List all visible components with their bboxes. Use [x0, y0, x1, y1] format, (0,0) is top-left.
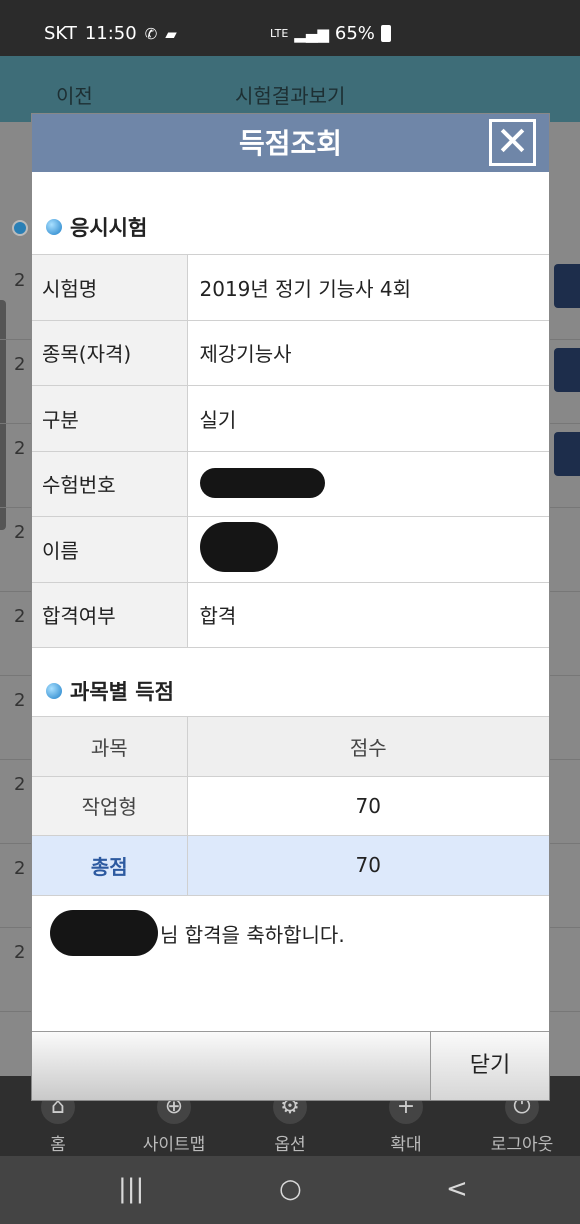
- info-row-category: 구분 실기: [32, 385, 549, 451]
- info-value: 2019년 정기 기능사 4회: [187, 254, 549, 320]
- info-row-exam-number: 수험번호: [32, 450, 549, 517]
- info-value: 실기: [187, 385, 549, 451]
- score-table-header: 과목 점수: [32, 716, 549, 776]
- home-button[interactable]: ○: [279, 1174, 302, 1204]
- info-label: 구분: [32, 385, 188, 451]
- recent-apps-button[interactable]: |||: [118, 1174, 144, 1204]
- info-row-qualification: 종목(자격) 제강기능사: [32, 319, 549, 386]
- dialog-title: 득점조회: [238, 127, 343, 160]
- status-bar: SKT 11:50 ✆ ▰ LTE ▂▄▆ 65%: [0, 0, 580, 56]
- dialog-footer: 닫기: [32, 1031, 549, 1100]
- message-icon: ▰: [165, 24, 177, 43]
- battery-percent: 65%: [334, 23, 375, 44]
- background-detail-button[interactable]: [554, 348, 580, 392]
- column-header-score: 점수: [187, 716, 549, 776]
- section-scores-title: 과목별 득점: [46, 676, 174, 706]
- redaction-scribble: [50, 910, 158, 956]
- score-row: 작업형 70: [32, 775, 549, 836]
- network-type-icon: LTE: [270, 27, 289, 40]
- redaction-scribble: [199, 468, 325, 499]
- system-nav-bar: ||| ○ <: [0, 1156, 580, 1224]
- info-row-exam-name: 시험명 2019년 정기 기능사 4회: [32, 254, 549, 320]
- info-label: 시험명: [32, 254, 188, 320]
- info-value-redacted: [187, 450, 549, 517]
- total-label: 총점: [32, 835, 188, 896]
- background-detail-button[interactable]: [554, 264, 580, 308]
- subject-cell: 작업형: [32, 775, 188, 836]
- score-dialog: 득점조회 ✕ 응시시험 시험명 2019년 정기 기능사 4회 종목(자격) 제…: [31, 113, 550, 1101]
- congrats-message: 님 합격을 축하합니다.: [50, 910, 345, 956]
- info-label: 합격여부: [32, 581, 188, 648]
- info-value-redacted: [187, 516, 549, 582]
- battery-icon: [380, 25, 391, 42]
- score-table: 과목 점수 작업형 70 총점 70: [32, 716, 549, 896]
- info-label: 수험번호: [32, 450, 188, 517]
- score-cell: 70: [187, 775, 549, 836]
- section-exam-title: 응시시험: [46, 212, 147, 242]
- info-value: 제강기능사: [187, 319, 549, 386]
- close-icon[interactable]: ✕: [489, 119, 536, 166]
- exam-info-table: 시험명 2019년 정기 기능사 4회 종목(자격) 제강기능사 구분 실기 수…: [32, 254, 549, 648]
- signal-icon: ▂▄▆: [294, 24, 329, 43]
- background-page-title: 시험결과보기: [235, 84, 346, 108]
- dialog-header: 득점조회 ✕: [32, 114, 549, 172]
- total-row: 총점 70: [32, 835, 549, 896]
- carrier-label: SKT: [44, 23, 77, 44]
- redaction-scribble: [199, 521, 278, 572]
- background-bullet-icon: [12, 220, 28, 236]
- bullet-icon: [46, 683, 62, 699]
- info-row-pass-status: 합격여부 합격: [32, 581, 549, 648]
- bullet-icon: [46, 219, 62, 235]
- column-header-subject: 과목: [32, 716, 188, 776]
- prev-button[interactable]: 이전: [56, 80, 93, 109]
- clock: 11:50: [84, 23, 137, 44]
- info-label: 이름: [32, 516, 188, 582]
- info-value: 합격: [187, 581, 549, 648]
- background-detail-button[interactable]: [554, 432, 580, 476]
- volte-icon: ✆: [144, 24, 158, 43]
- info-label: 종목(자격): [32, 319, 188, 386]
- back-button[interactable]: <: [446, 1174, 468, 1204]
- info-row-name: 이름: [32, 516, 549, 582]
- total-score: 70: [187, 835, 549, 896]
- close-button[interactable]: 닫기: [430, 1032, 549, 1100]
